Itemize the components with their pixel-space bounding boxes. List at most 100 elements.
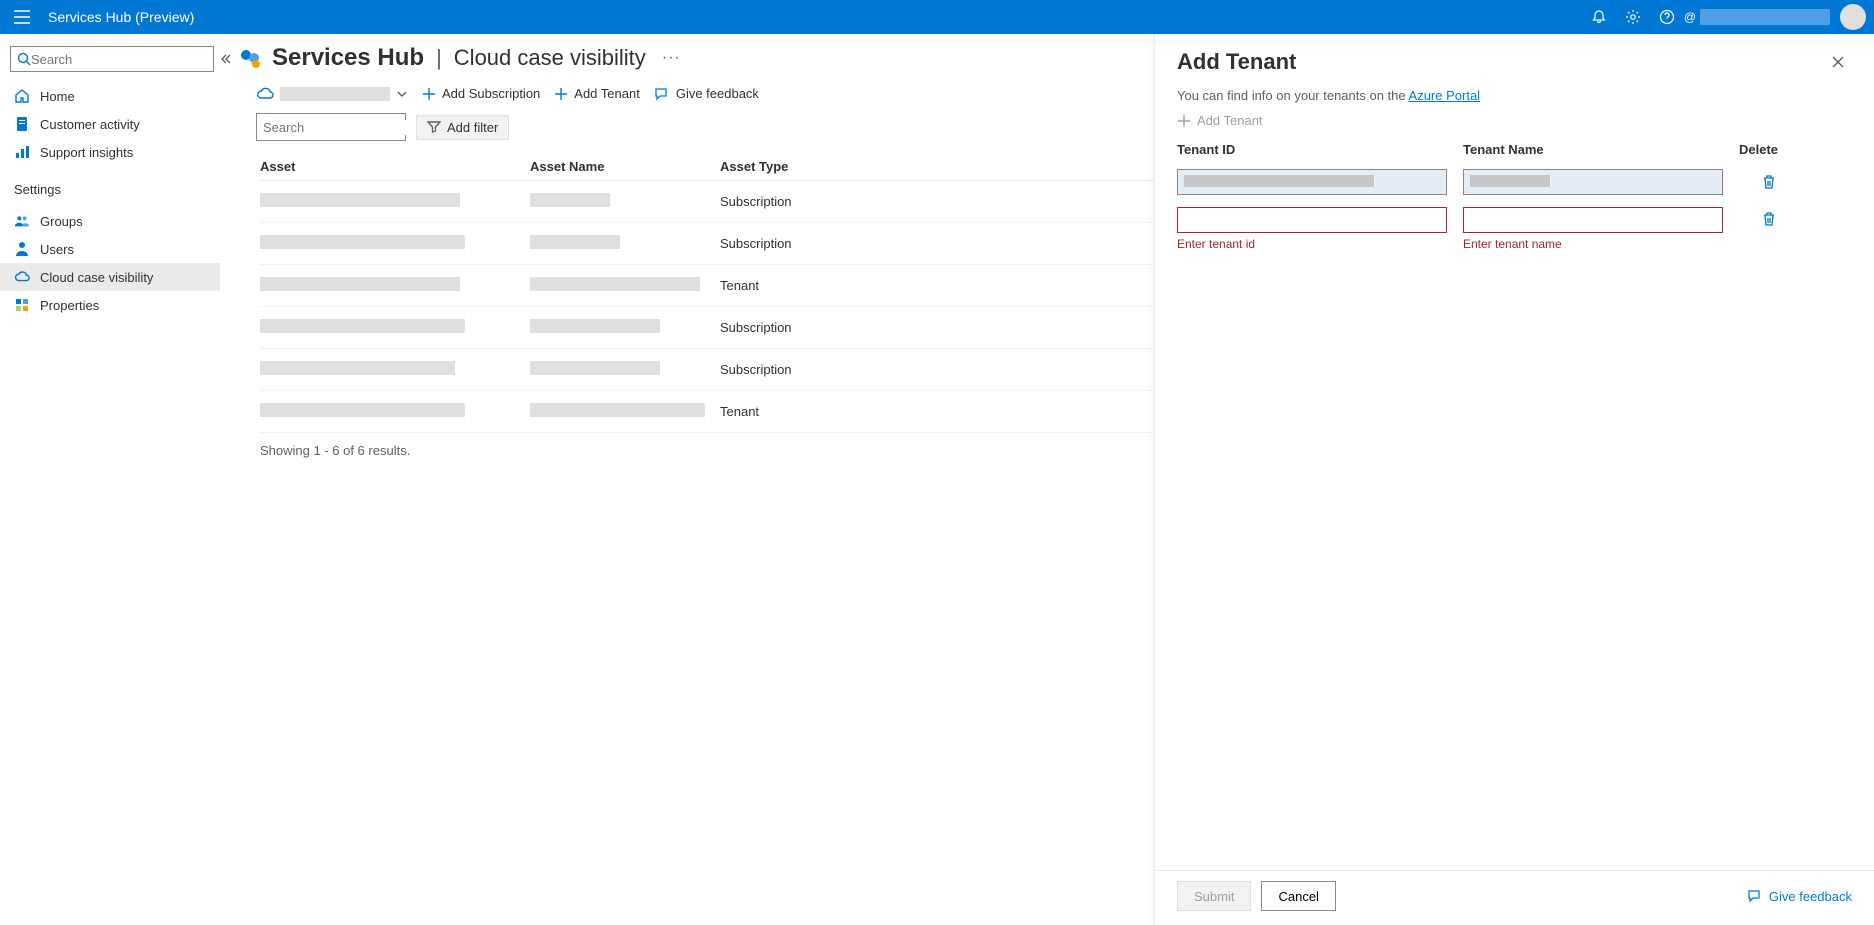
asset-redacted bbox=[260, 277, 460, 291]
table-search-input[interactable] bbox=[263, 120, 439, 135]
page-icon bbox=[236, 44, 264, 72]
sidebar-item-properties[interactable]: Properties bbox=[0, 291, 220, 319]
column-tenant-id: Tenant ID bbox=[1177, 142, 1447, 157]
settings-label: Settings bbox=[0, 172, 220, 201]
feedback-icon bbox=[654, 87, 670, 101]
asset-redacted bbox=[260, 361, 455, 375]
subscription-name-redacted bbox=[280, 87, 390, 101]
filter-icon bbox=[427, 120, 441, 134]
give-feedback-button[interactable]: Give feedback bbox=[654, 86, 759, 101]
give-feedback-label: Give feedback bbox=[676, 86, 759, 101]
cancel-button[interactable]: Cancel bbox=[1261, 881, 1335, 911]
asset-name-redacted bbox=[530, 193, 610, 207]
tenant-row bbox=[1177, 163, 1852, 201]
add-tenant-disabled-button: Add Tenant bbox=[1177, 113, 1852, 128]
tenant-table-header: Tenant ID Tenant Name Delete bbox=[1177, 142, 1852, 163]
asset-name-redacted bbox=[530, 319, 660, 333]
add-subscription-label: Add Subscription bbox=[442, 86, 540, 101]
table-search-box[interactable] bbox=[256, 113, 406, 141]
home-icon bbox=[14, 88, 30, 104]
sidebar-item-label: Home bbox=[40, 89, 75, 104]
page-more-button[interactable]: ··· bbox=[662, 49, 681, 67]
sidebar-item-label: Cloud case visibility bbox=[40, 270, 153, 285]
page-title-hub: Services Hub bbox=[272, 44, 424, 72]
chevron-down-icon bbox=[396, 88, 408, 100]
bell-icon bbox=[1591, 9, 1607, 25]
user-email-redacted bbox=[1700, 9, 1830, 25]
add-filter-label: Add filter bbox=[447, 120, 498, 135]
people-icon bbox=[14, 213, 30, 229]
sidebar-item-support-insights[interactable]: Support insights bbox=[0, 138, 220, 166]
top-bar: Services Hub (Preview) @ bbox=[0, 0, 1874, 34]
panel-title: Add Tenant bbox=[1177, 49, 1824, 75]
asset-name-redacted bbox=[530, 403, 705, 417]
hamburger-icon bbox=[14, 10, 30, 24]
sidebar-item-cloud-case-visibility[interactable]: Cloud case visibility bbox=[0, 263, 220, 291]
asset-redacted bbox=[260, 235, 465, 249]
asset-redacted bbox=[260, 319, 465, 333]
asset-name-redacted bbox=[530, 235, 620, 249]
sidebar-search-box[interactable] bbox=[10, 46, 214, 72]
bar-chart-icon bbox=[14, 144, 30, 160]
column-tenant-name: Tenant Name bbox=[1463, 142, 1723, 157]
tenant-id-input[interactable] bbox=[1177, 207, 1447, 233]
tenant-name-error: Enter tenant name bbox=[1463, 237, 1723, 251]
sidebar: Home Customer activity Support insights Se… bbox=[0, 34, 220, 925]
notifications-button[interactable] bbox=[1582, 0, 1616, 34]
add-filter-button[interactable]: Add filter bbox=[416, 115, 509, 140]
sidebar-item-label: Customer activity bbox=[40, 117, 140, 132]
delete-tenant-button[interactable] bbox=[1739, 174, 1799, 190]
tenant-row: Enter tenant id Enter tenant name bbox=[1177, 201, 1852, 257]
plus-icon bbox=[1177, 114, 1191, 128]
trash-icon bbox=[1762, 174, 1776, 190]
tenant-name-input[interactable] bbox=[1463, 207, 1723, 233]
delete-tenant-button[interactable] bbox=[1739, 207, 1799, 227]
tenant-id-error: Enter tenant id bbox=[1177, 237, 1447, 251]
user-at-symbol: @ bbox=[1684, 10, 1696, 24]
user-avatar[interactable] bbox=[1840, 4, 1866, 30]
cloud-icon bbox=[256, 87, 274, 101]
panel-feedback-button[interactable]: Give feedback bbox=[1747, 889, 1852, 904]
sidebar-item-home[interactable]: Home bbox=[0, 82, 220, 110]
sidebar-item-label: Properties bbox=[40, 298, 99, 313]
add-tenant-label: Add Tenant bbox=[574, 86, 640, 101]
add-tenant-disabled-label: Add Tenant bbox=[1197, 113, 1263, 128]
app-title: Services Hub (Preview) bbox=[48, 9, 194, 25]
sidebar-search-input[interactable] bbox=[31, 52, 207, 67]
person-icon bbox=[14, 241, 30, 257]
column-delete: Delete bbox=[1739, 142, 1799, 157]
panel-info-text: You can find info on your tenants on the… bbox=[1177, 88, 1852, 103]
tenant-id-input[interactable] bbox=[1177, 169, 1447, 195]
hamburger-menu-button[interactable] bbox=[8, 3, 36, 31]
asset-redacted bbox=[260, 403, 465, 417]
column-asset-name[interactable]: Asset Name bbox=[530, 159, 720, 174]
sidebar-item-label: Users bbox=[40, 242, 74, 257]
gear-icon bbox=[1625, 9, 1641, 25]
help-button[interactable] bbox=[1650, 0, 1684, 34]
help-icon bbox=[1659, 9, 1675, 25]
search-icon bbox=[17, 52, 31, 66]
close-icon bbox=[1831, 55, 1845, 69]
settings-button[interactable] bbox=[1616, 0, 1650, 34]
sidebar-item-customer-activity[interactable]: Customer activity bbox=[0, 110, 220, 138]
panel-close-button[interactable] bbox=[1824, 48, 1852, 76]
sidebar-item-label: Groups bbox=[40, 214, 83, 229]
breadcrumb-separator: | bbox=[432, 45, 446, 71]
tenant-name-input[interactable] bbox=[1463, 169, 1723, 195]
panel-footer: Submit Cancel Give feedback bbox=[1155, 870, 1874, 925]
cloud-icon bbox=[14, 269, 30, 285]
subscription-picker[interactable] bbox=[256, 87, 408, 101]
main-content: Services Hub | Cloud case visibility ···… bbox=[220, 34, 1874, 925]
asset-name-redacted bbox=[530, 361, 660, 375]
add-tenant-panel: Add Tenant You can find info on your ten… bbox=[1154, 34, 1874, 925]
plus-icon bbox=[554, 87, 568, 101]
sidebar-item-users[interactable]: Users bbox=[0, 235, 220, 263]
add-tenant-button[interactable]: Add Tenant bbox=[554, 86, 640, 101]
column-asset[interactable]: Asset bbox=[260, 159, 530, 174]
add-subscription-button[interactable]: Add Subscription bbox=[422, 86, 540, 101]
page-title-sub: Cloud case visibility bbox=[454, 45, 646, 71]
submit-button[interactable]: Submit bbox=[1177, 881, 1251, 911]
azure-portal-link[interactable]: Azure Portal bbox=[1409, 88, 1481, 103]
sidebar-item-groups[interactable]: Groups bbox=[0, 207, 220, 235]
asset-name-redacted bbox=[530, 277, 700, 291]
